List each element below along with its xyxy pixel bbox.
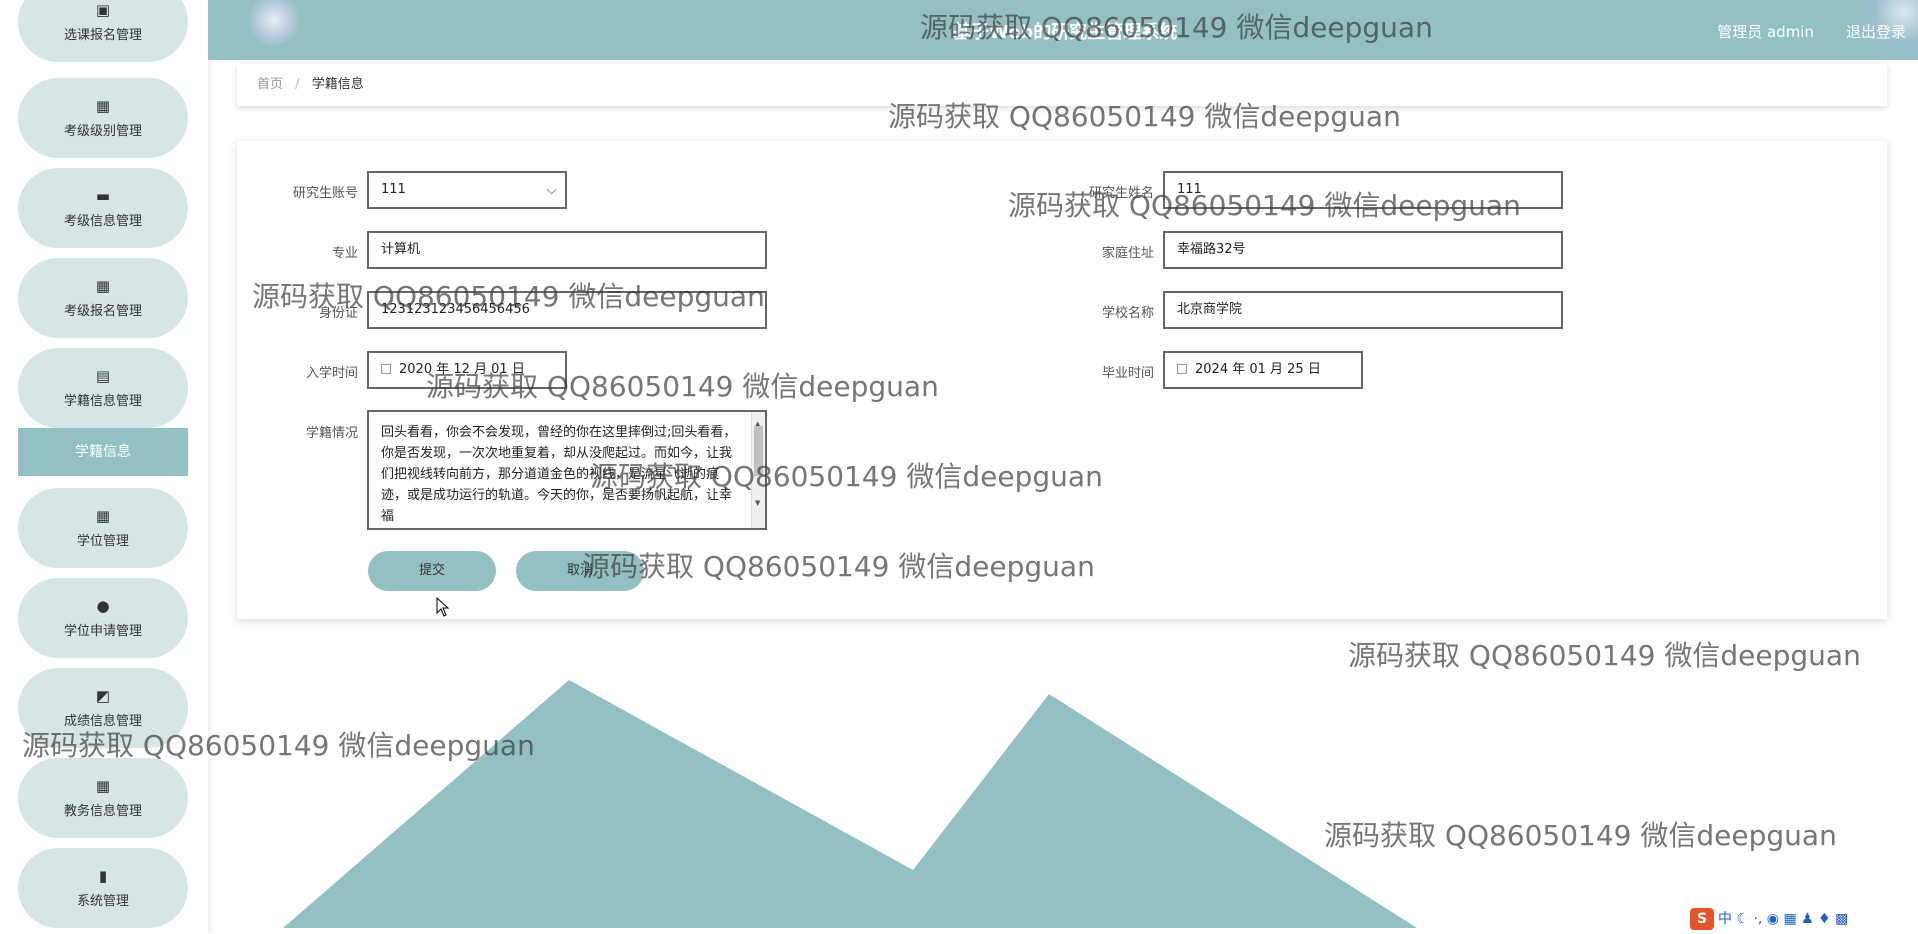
school-name-input[interactable]: 北京商学院 [1163, 291, 1563, 329]
graduate-date-value: 2024 年 01 月 25 日 [1195, 362, 1321, 377]
mouse-cursor-icon [436, 597, 450, 617]
sidebar: ▣ 选课报名管理 ▦ 考级级别管理 ▬ 考级信息管理 ▦ 考级报名管理 ▤ 学籍… [0, 0, 208, 934]
chart-line-icon: ◩ [95, 687, 111, 705]
grid-icon: ▦ [95, 277, 111, 295]
student-account-select[interactable]: 111 [367, 171, 567, 209]
scrollbar-thumb[interactable] [754, 426, 763, 476]
submit-button[interactable]: 提交 [368, 551, 496, 591]
student-name-label: 研究生姓名 [1088, 186, 1154, 201]
scroll-down-icon[interactable]: ▼ [755, 493, 760, 514]
user-label: 管理员 admin [1717, 23, 1814, 41]
sidebar-item-student-status[interactable]: ▤ 学籍信息管理 [18, 348, 188, 428]
breadcrumb-separator: / [295, 77, 300, 92]
ime-mode-label: 中 [1718, 911, 1732, 927]
breadcrumb: 首页 / 学籍信息 [237, 64, 1887, 106]
graduate-date-label: 毕业时间 [1101, 366, 1154, 381]
sidebar-item-system[interactable]: ▮ 系统管理 [18, 848, 188, 928]
calendar-icon [1177, 364, 1187, 374]
chevron-down-icon [546, 184, 557, 195]
sidebar-item-label: 教务信息管理 [63, 804, 142, 819]
grid-icon: ▦ [95, 507, 111, 525]
enroll-date-value: 2020 年 12 月 01 日 [399, 362, 525, 377]
home-address-input[interactable]: 幸福路32号 [1163, 231, 1563, 269]
sidebar-item-label: 成绩信息管理 [63, 714, 142, 729]
status-textarea[interactable]: 回头看看，你会不会发现，曾经的你在这里摔倒过;回头看看，你是否发现，一次次地重复… [367, 410, 767, 530]
id-card-label: 身份证 [318, 306, 358, 321]
sidebar-item-label: 选课报名管理 [63, 28, 142, 43]
major-label: 专业 [331, 246, 358, 261]
sidebar-item-exam-level[interactable]: ▦ 考级级别管理 [18, 78, 188, 158]
clipboard-icon: ▣ [95, 1, 111, 19]
student-account-label: 研究生账号 [292, 186, 358, 201]
mountain-decoration [283, 680, 1417, 928]
sidebar-item-label: 考级信息管理 [63, 214, 142, 229]
major-input[interactable]: 计算机 [367, 231, 767, 269]
student-account-value: 111 [381, 182, 406, 197]
ime-toolbar[interactable]: S中 ☾ ·, ◉ ▦ ♟ ♦ ▩ [1690, 908, 1848, 930]
user-icon: ● [96, 597, 110, 615]
sidebar-item-label: 考级报名管理 [63, 304, 142, 319]
sidebar-subitem-student-info[interactable]: 学籍信息 [18, 428, 188, 476]
bar-chart-icon: ▮ [98, 867, 108, 885]
student-name-input[interactable]: 111 [1163, 171, 1563, 209]
grid-icon: ▦ [95, 777, 111, 795]
sidebar-item-label: 学籍信息管理 [63, 394, 142, 409]
enroll-date-input[interactable]: 2020 年 12 月 01 日 [367, 351, 567, 389]
sidebar-item-label: 学位申请管理 [63, 624, 142, 639]
calendar-icon [381, 364, 391, 374]
sidebar-item-exam-info[interactable]: ▬ 考级信息管理 [18, 168, 188, 248]
status-label: 学籍情况 [305, 426, 358, 441]
document-icon: ▤ [95, 367, 111, 385]
graduate-date-input[interactable]: 2024 年 01 月 25 日 [1163, 351, 1363, 389]
home-address-label: 家庭住址 [1101, 246, 1154, 261]
breadcrumb-home[interactable]: 首页 [257, 77, 283, 92]
sidebar-item-degree[interactable]: ▦ 学位管理 [18, 488, 188, 568]
cancel-button[interactable]: 取消 [516, 551, 644, 591]
flower-decoration-icon [248, 0, 300, 46]
sidebar-item-course-signup[interactable]: ▣ 选课报名管理 [18, 0, 188, 62]
sidebar-item-label: 学位管理 [76, 534, 129, 549]
logout-link[interactable]: 退出登录 [1846, 21, 1906, 42]
sidebar-item-label: 系统管理 [76, 894, 129, 909]
sidebar-item-grades[interactable]: ◩ 成绩信息管理 [18, 668, 188, 748]
sidebar-item-exam-signup[interactable]: ▦ 考级报名管理 [18, 258, 188, 338]
app-title: 基于Web的研究生管理系统 [953, 22, 1178, 43]
chat-icon: ▬ [95, 187, 111, 205]
id-card-input[interactable]: 123123123456456456 [367, 291, 767, 329]
textarea-scrollbar[interactable]: ▲ ▼ [751, 412, 765, 528]
status-text: 回头看看，你会不会发现，曾经的你在这里摔倒过;回头看看，你是否发现，一次次地重复… [381, 425, 737, 524]
sidebar-item-degree-apply[interactable]: ● 学位申请管理 [18, 578, 188, 658]
school-name-label: 学校名称 [1101, 306, 1154, 321]
watermark-text: 源码获取 QQ86050149 微信deepguan [1348, 639, 1861, 672]
sidebar-item-academic-affairs[interactable]: ▦ 教务信息管理 [18, 758, 188, 838]
sogou-logo-icon: S [1690, 908, 1714, 930]
enroll-date-label: 入学时间 [305, 366, 358, 381]
breadcrumb-current: 学籍信息 [311, 77, 364, 92]
top-bar: 基于Web的研究生管理系统 管理员 admin 退出登录 [208, 0, 1918, 60]
grid-icon: ▦ [95, 97, 111, 115]
sidebar-item-label: 考级级别管理 [63, 124, 142, 139]
